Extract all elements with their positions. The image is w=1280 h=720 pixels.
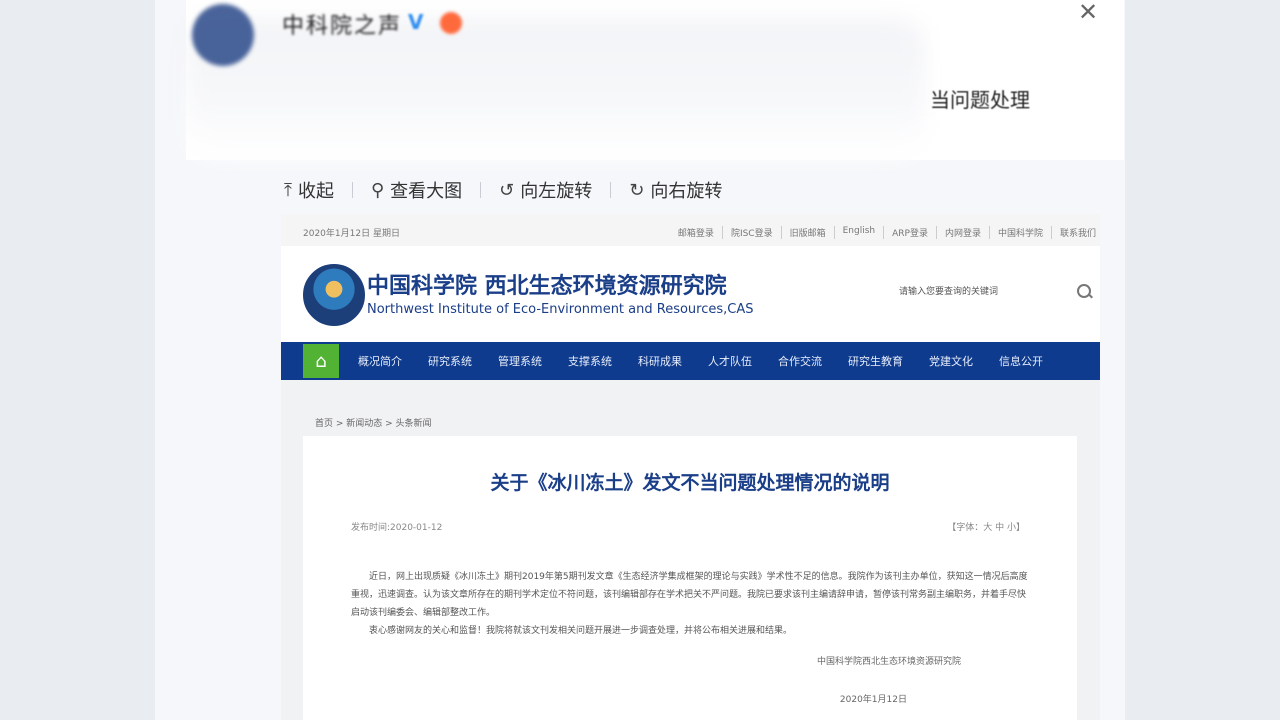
site-top-links: 邮箱登录 院ISC登录 旧版邮箱 English ARP登录 内网登录 中国科学… [662,226,1096,239]
nav-item: 信息公开 [999,355,1043,368]
top-link: 邮箱登录 [677,229,714,239]
member-crown-icon [440,12,462,34]
embedded-screenshot[interactable]: 2020年1月12日 星期日 邮箱登录 院ISC登录 旧版邮箱 English … [281,214,1100,720]
site-date: 2020年1月12日 星期日 [303,229,400,239]
collapse-button[interactable]: ⤒ 收起 [280,177,338,203]
article-panel: 关于《冰川冻土》发文不当问题处理情况的说明 发布时间:2020-01-12 【字… [303,436,1077,720]
site-banner: 中国科学院 西北生态环境资源研究院 Northwest Institute of… [281,246,1100,342]
article-sign-date: 2020年1月12日 [839,695,907,705]
site-navbar: ⌂ 概况简介 研究系统 管理系统 支撑系统 科研成果 人才队伍 合作交流 研究生… [281,342,1100,380]
view-large-label: 查看大图 [390,181,463,202]
rotate-right-icon: ↻ [629,179,645,201]
close-icon[interactable]: ✕ [1078,0,1102,24]
nav-item: 管理系统 [498,355,542,368]
article-signature: 中国科学院西北生态环境资源研究院 [816,657,961,667]
top-link: 内网登录 [935,226,981,239]
nav-item: 研究生教育 [848,355,903,368]
site-search-placeholder: 请输入您要查询的关键词 [899,287,999,297]
nav-item: 合作交流 [778,355,822,368]
toolbar-divider [610,182,612,198]
breadcrumb: 首页 > 新闻动态 > 头条新闻 [315,419,432,429]
toolbar-divider [480,182,482,198]
upload-arrow-icon: ⤒ [284,179,292,201]
top-link: ARP登录 [883,226,928,239]
nav-item: 支撑系统 [568,355,612,368]
top-link: English [833,226,875,239]
article-paragraph: 衷心感谢网友的关心和监督！我院将就该文刊发相关问题开展进一步调查处理，并将公布相… [369,626,793,636]
image-toolbar: ⤒ 收起 ⚲ 查看大图 ↺ 向左旋转 ↻ 向右旋转 [280,172,726,208]
top-link: 联系我们 [1050,226,1096,239]
home-icon: ⌂ [303,344,339,378]
article-title: 关于《冰川冻土》发文不当问题处理情况的说明 [490,472,890,494]
institute-name-en: Northwest Institute of Eco-Environment a… [367,302,754,317]
article-paragraph: 近日，网上出现质疑《冰川冻土》期刊2019年第5期刊发文章《生态经济学集成框架的… [351,572,1028,618]
top-link: 院ISC登录 [721,226,773,239]
avatar[interactable] [192,4,254,66]
account-name[interactable]: 中科院之声 [282,8,402,40]
publish-date: 发布时间:2020-01-12 [351,523,443,533]
nav-item: 研究系统 [428,355,472,368]
toolbar-divider [351,182,353,198]
nav-item: 党建文化 [929,355,973,368]
nav-item: 科研成果 [638,355,682,368]
nav-item: 人才队伍 [708,355,752,368]
font-size-controls: 【字体：大 中 小】 [947,523,1025,533]
top-link: 中国科学院 [988,226,1043,239]
search-icon [1077,284,1091,298]
institute-logo-icon [303,264,365,326]
view-large-button[interactable]: ⚲ 查看大图 [367,177,466,203]
rotate-left-label: 向左旋转 [520,181,593,202]
rotate-left-icon: ↺ [499,179,515,201]
rotate-right-label: 向右旋转 [650,181,723,202]
top-link: 旧版邮箱 [780,226,826,239]
nav-item: 概况简介 [358,355,402,368]
site-top-strip: 2020年1月12日 星期日 邮箱登录 院ISC登录 旧版邮箱 English … [281,214,1100,246]
rotate-left-button[interactable]: ↺ 向左旋转 [495,177,596,203]
verified-badge: V [408,10,424,34]
post-title-fragment: 当问题处理 [930,88,1030,112]
rotate-right-button[interactable]: ↻ 向右旋转 [625,177,726,203]
institute-name-cn: 中国科学院 西北生态环境资源研究院 [367,273,727,299]
magnifier-icon: ⚲ [370,179,385,201]
collapse-label: 收起 [297,181,334,202]
